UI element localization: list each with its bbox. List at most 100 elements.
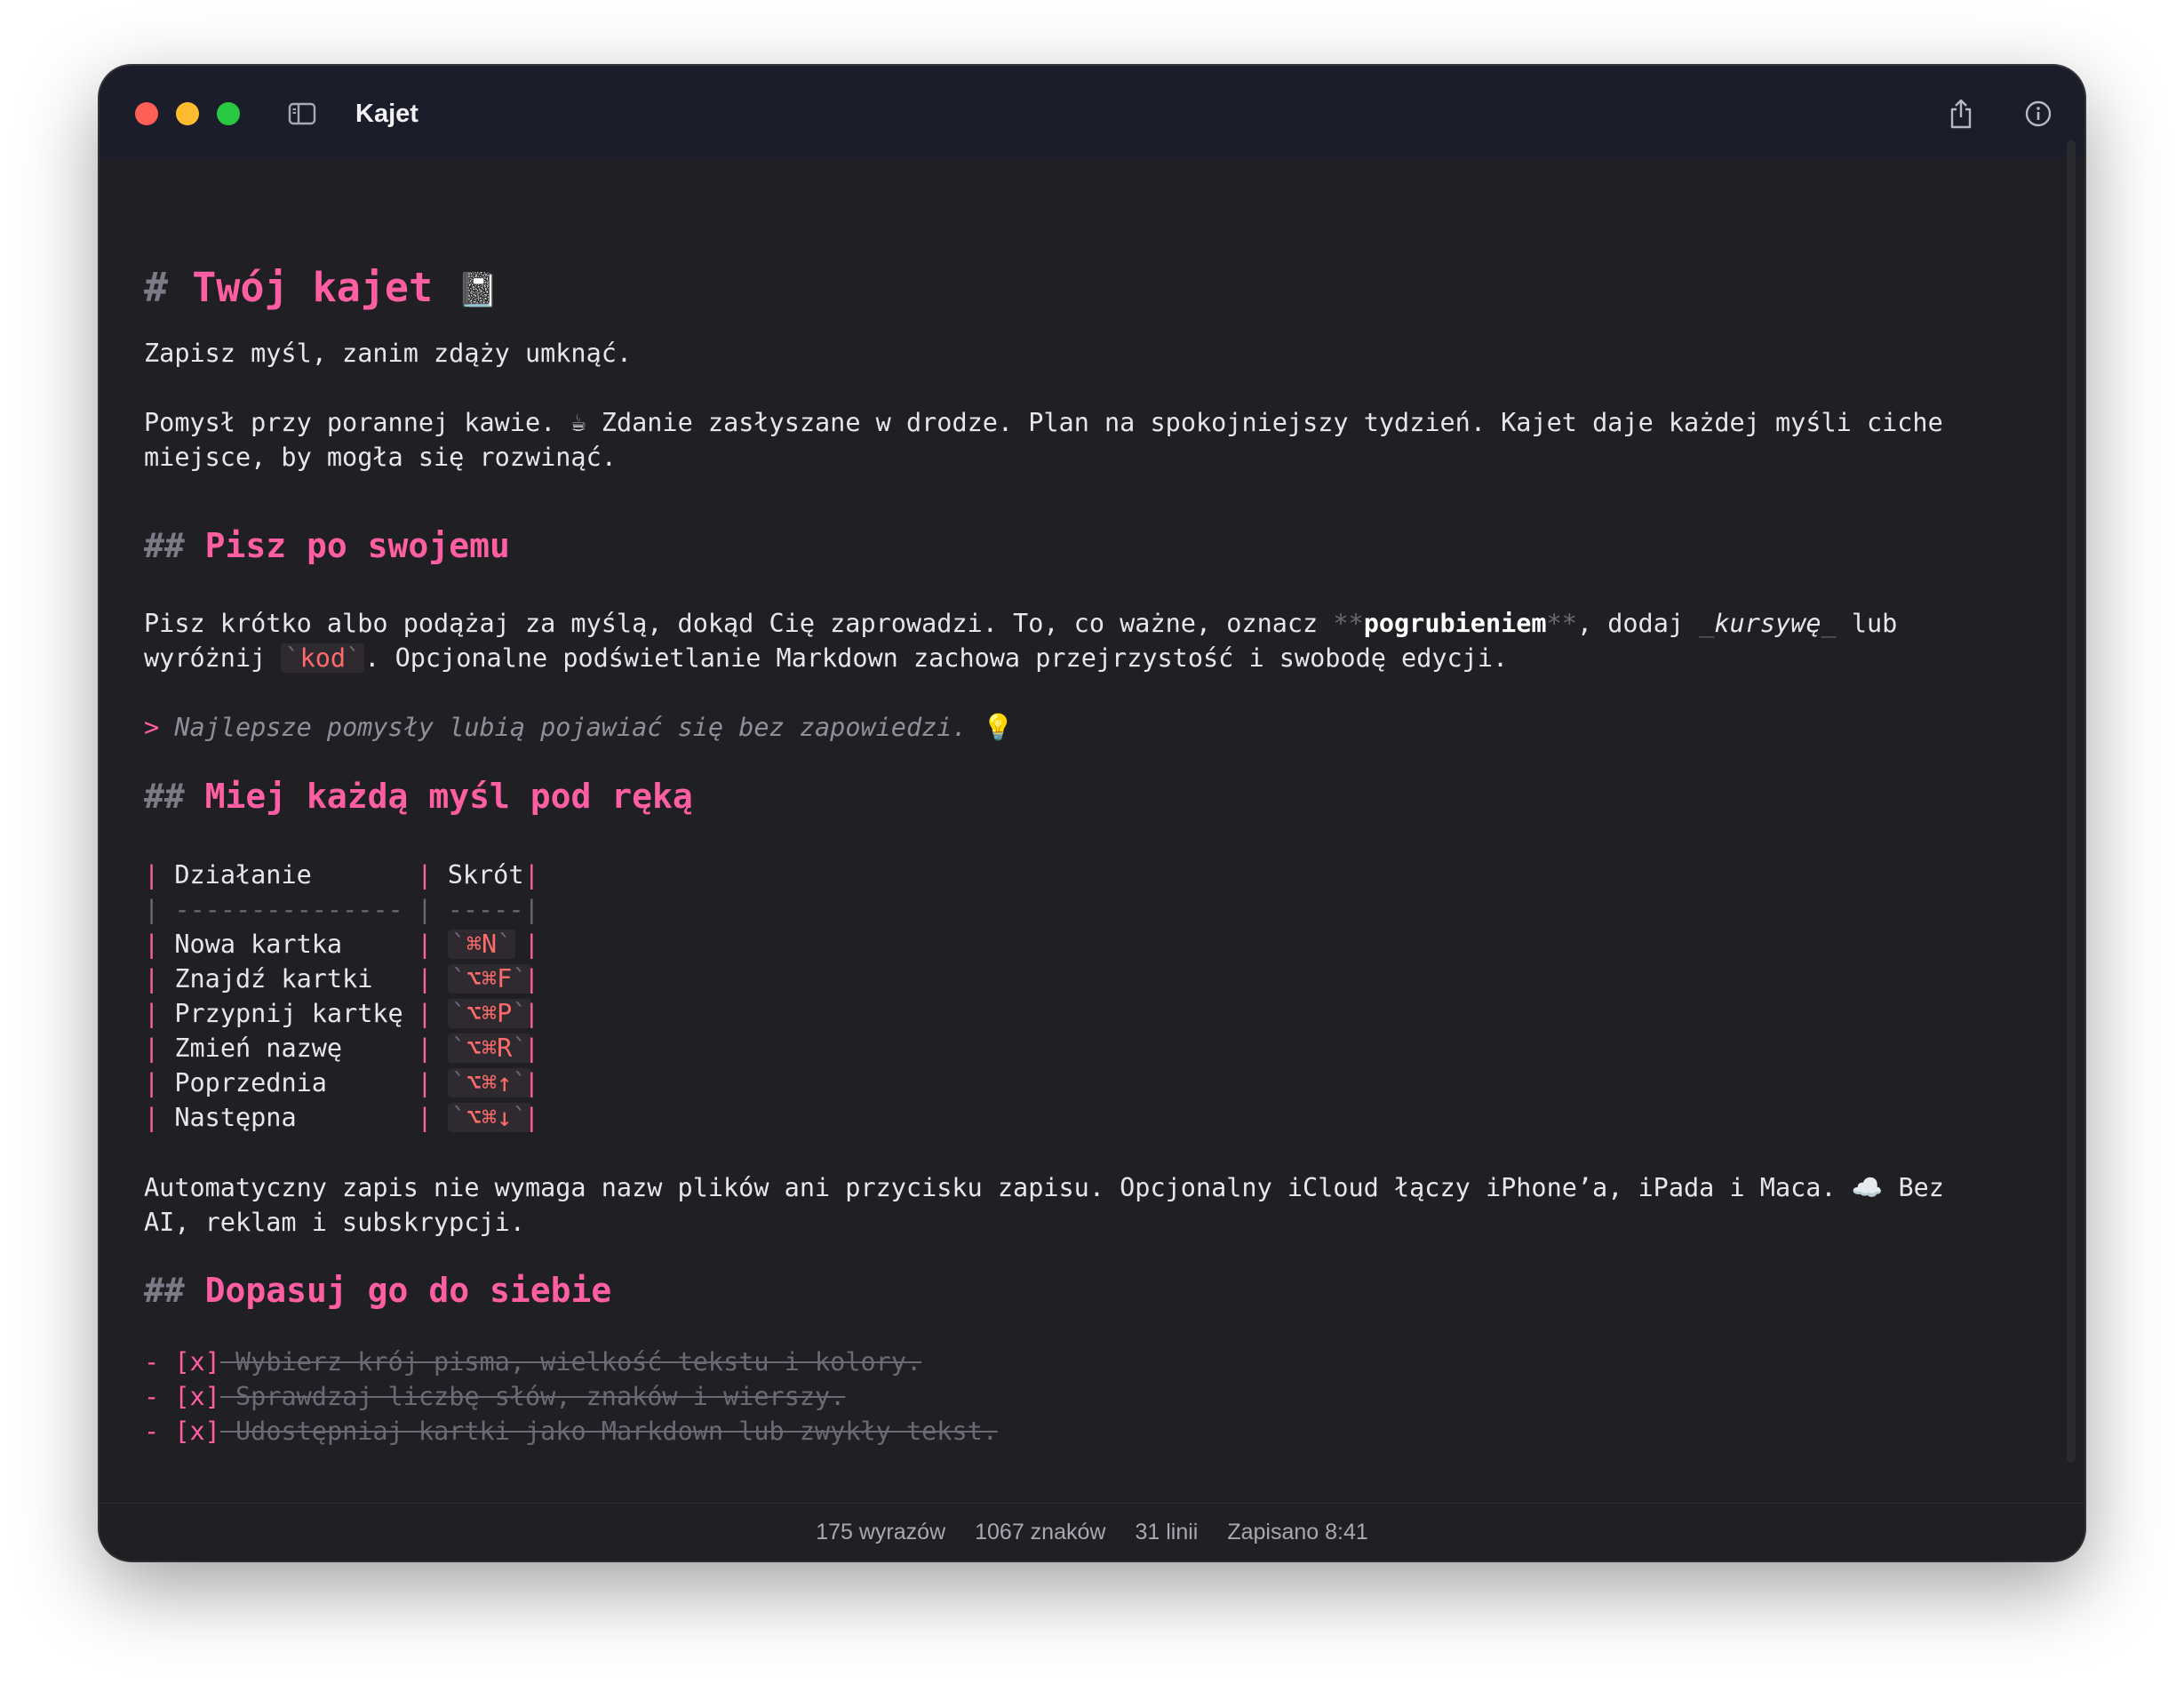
text-run: Pisz krótko albo podążaj za myślą, dokąd… <box>144 609 1334 638</box>
table-pipe: | <box>144 1103 160 1132</box>
word-count: 175 wyrazów <box>816 1519 946 1544</box>
bold-marker: ** <box>1546 609 1577 638</box>
task-checkbox[interactable]: [x] <box>174 1417 219 1446</box>
table-pipe: | <box>417 964 433 994</box>
inline-code: `⌥⌘F` <box>447 964 531 994</box>
table-pipe: | <box>144 1034 160 1063</box>
table-pipe: | <box>523 999 539 1028</box>
bold-marker: ** <box>1333 609 1364 638</box>
task-text: Udostępniaj kartki jako Markdown lub zwy… <box>220 1417 998 1446</box>
text-run: Automatyczny zapis nie wymaga nazw plikó… <box>144 1173 1837 1202</box>
char-count: 1067 znaków <box>975 1519 1106 1544</box>
share-icon[interactable] <box>1948 98 1974 130</box>
app-window: Kajet # Twój kajet 📓 Zapisz myśl, zanim … <box>100 66 2084 1560</box>
italic-marker: _ <box>1699 609 1715 638</box>
code-marker: ` <box>450 1034 466 1063</box>
table-pipe: | <box>144 860 160 890</box>
inline-code: `⌥⌘R` <box>447 1034 531 1063</box>
list-bullet: - <box>144 1382 160 1411</box>
table-cell-shortcut: `⌥⌘P` <box>447 996 531 1032</box>
code-text: kod <box>299 643 347 673</box>
task-checkbox[interactable]: [x] <box>174 1347 219 1377</box>
coffee-emoji-icon: ☕ <box>570 408 586 437</box>
table-separator-cell: --------------- <box>174 895 403 924</box>
zoom-window-button[interactable] <box>217 102 240 125</box>
table-pipe: | <box>523 1068 539 1097</box>
text-run: Bez <box>1898 1173 1944 1202</box>
table-cell-action: Zmień nazwę <box>174 1034 343 1063</box>
title-bar: Kajet <box>100 66 2084 158</box>
heading-text: Dopasuj go do siebie <box>204 1271 612 1310</box>
table-pipe: | <box>417 930 433 959</box>
inline-code: `⌥⌘P` <box>447 999 531 1028</box>
inline-code: `⌥⌘↑` <box>447 1068 531 1097</box>
task-checkbox[interactable]: [x] <box>174 1382 219 1411</box>
table-pipe: | <box>523 895 539 924</box>
heading-2: ## Pisz po swojemu <box>144 523 510 569</box>
code-marker: ` <box>450 930 466 959</box>
code-marker: ` <box>346 643 362 673</box>
code-marker: ` <box>450 1068 466 1097</box>
table-cell-action: Nowa kartka <box>174 930 343 959</box>
table-row: | Następna | `⌥⌘↓`| <box>144 1100 539 1136</box>
info-icon[interactable] <box>2024 100 2052 128</box>
table-pipe: | <box>523 964 539 994</box>
text-run: wyróżnij <box>144 643 282 673</box>
text-run: lub <box>1836 609 1898 638</box>
heading-text: Pisz po swojemu <box>204 526 510 565</box>
minimize-window-button[interactable] <box>176 102 199 125</box>
text-run: Zdanie zasłyszane w drodze. Plan na spok… <box>601 408 1943 437</box>
table-row: | Przypnij kartkę | `⌥⌘P`| <box>144 996 539 1032</box>
inline-code: `⌘N` <box>447 930 516 959</box>
code-marker: ` <box>450 1103 466 1132</box>
table-pipe: | <box>144 1068 160 1097</box>
heading-text: Miej każdą myśl pod ręką <box>204 777 693 816</box>
quote-text: Najlepsze pomysły lubią pojawiać się bez… <box>174 713 968 742</box>
table-pipe: | <box>417 860 433 890</box>
task-label: Wybierz krój pisma, wielkość tekstu i ko… <box>235 1347 922 1377</box>
task-text: Sprawdzaj liczbę słów, znaków i wierszy. <box>220 1382 846 1411</box>
text-run: Pomysł przy porannej kawie. <box>144 408 556 437</box>
shortcut-text: ⌘N <box>466 930 498 959</box>
paragraph-line: Pomysł przy porannej kawie. ☕ Zdanie zas… <box>144 405 1943 441</box>
table-row: | Zmień nazwę | `⌥⌘R`| <box>144 1031 539 1066</box>
heading-marker: # <box>144 264 169 311</box>
window-title: Kajet <box>355 100 418 128</box>
table-cell-shortcut: `⌘N` <box>447 927 524 962</box>
list-bullet: - <box>144 1347 160 1377</box>
table-pipe: | <box>144 999 160 1028</box>
table-pipe: | <box>523 1103 539 1132</box>
task-item[interactable]: - [x] Wybierz krój pisma, wielkość tekst… <box>144 1345 921 1380</box>
bold-text: pogrubieniem <box>1363 609 1547 638</box>
scrollbar[interactable] <box>2067 140 2076 1463</box>
shortcut-text: ⌥⌘P <box>466 999 513 1028</box>
table-cell-action: Znajdź kartki <box>174 964 373 994</box>
close-window-button[interactable] <box>135 102 158 125</box>
code-marker: ` <box>284 643 300 673</box>
paragraph-line: wyróżnij `kod`. Opcjonalne podświetlanie… <box>144 641 1508 676</box>
paragraph-line: Pisz krótko albo podążaj za myślą, dokąd… <box>144 606 1897 642</box>
table-row: | Znajdź kartki | `⌥⌘F`| <box>144 962 539 997</box>
sidebar-toggle-icon[interactable] <box>288 101 316 126</box>
notebook-emoji-icon: 📓 <box>457 270 499 309</box>
cloud-emoji-icon: ☁️ <box>1851 1173 1884 1202</box>
table-pipe: | <box>523 1034 539 1063</box>
table-header-cell: Działanie <box>174 860 312 890</box>
table-pipe: | <box>144 930 160 959</box>
quote-marker: > <box>144 713 160 742</box>
italic-text: kursywę <box>1714 609 1821 638</box>
heading-1: # Twój kajet 📓 <box>144 261 499 316</box>
task-text: Wybierz krój pisma, wielkość tekstu i ko… <box>220 1347 921 1377</box>
task-item[interactable]: - [x] Sprawdzaj liczbę słów, znaków i wi… <box>144 1379 845 1415</box>
table-cell-action: Następna <box>174 1103 297 1132</box>
markdown-editor[interactable]: # Twój kajet 📓 Zapisz myśl, zanim zdąży … <box>144 158 2049 1504</box>
shortcut-text: ⌥⌘↓ <box>466 1103 513 1132</box>
table-header-row: | Działanie | Skrót| <box>144 858 539 893</box>
table-separator-row: | --------------- | -----| <box>144 892 539 928</box>
heading-2: ## Dopasuj go do siebie <box>144 1267 611 1313</box>
task-item[interactable]: - [x] Udostępniaj kartki jako Markdown l… <box>144 1414 998 1449</box>
table-row: | Poprzednia | `⌥⌘↑`| <box>144 1065 539 1101</box>
table-cell-shortcut: `⌥⌘R` <box>447 1031 531 1066</box>
task-label: Sprawdzaj liczbę słów, znaków i wierszy. <box>235 1382 846 1411</box>
text-run: . Opcjonalne podświetlanie Markdown zach… <box>364 643 1509 673</box>
